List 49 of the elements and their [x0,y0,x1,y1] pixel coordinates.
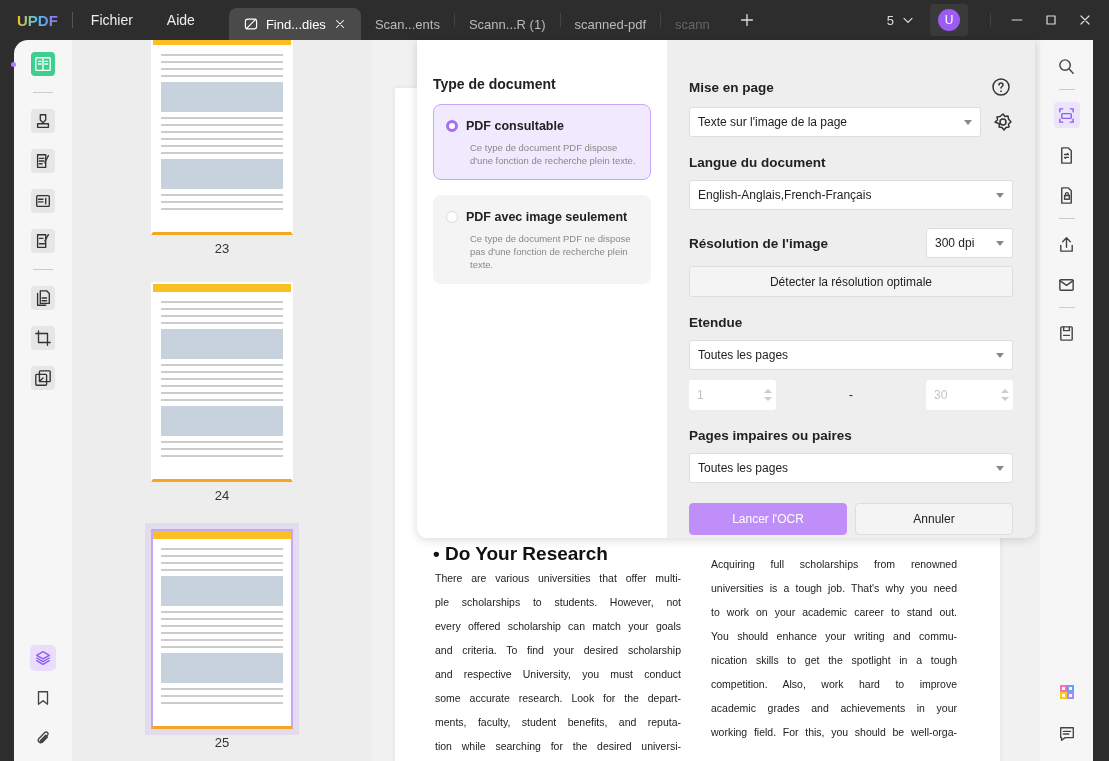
paragraph: Acquiring full scholarships from renowned universities is a tough job. That's why you need to work on your academic career to stand out. You should enhance your writing and commu- nication skills to get the spotlight in a tough competition. Also, work hard to improve academic grades and achievements in your working field. For this, you should be well-orga- [711,557,957,740]
field-label: Pages impaires ou paires [689,428,853,443]
stack-icon[interactable] [31,366,55,390]
layout-dropdown[interactable]: Texte sur l'image de la page [689,107,981,137]
dropdown-caret-icon [996,465,1004,471]
form-icon[interactable] [31,189,55,213]
document-tab[interactable]: Scan...ents [360,8,454,40]
dropdown-caret-icon [996,192,1004,198]
page-number: 24 [214,488,230,503]
crop-icon[interactable] [31,326,55,350]
page-number: 23 [214,241,230,256]
document-type-option[interactable]: PDF consultable Ce type de document PDF dispose d'une fonction de recherche plein texte. [433,104,651,180]
user-avatar[interactable]: U [938,9,960,31]
dropdown-caret-icon [996,352,1004,358]
settings-icon[interactable] [993,112,1013,132]
tab-count[interactable]: 5 [886,12,894,28]
pages-icon[interactable] [31,286,55,310]
unlink-icon [242,16,259,32]
dropdown-caret-icon [964,119,972,125]
field-label: Résolution de l'image [689,235,829,251]
document-type-option[interactable]: PDF avec image seulement Ce type de document PDF ne dispose pas d'une fonction de recherche plein texte. [433,195,651,284]
layers-icon[interactable] [30,645,56,671]
page-number: 25 [214,735,230,750]
odd-even-dropdown[interactable]: Toutes les pages [689,453,1013,483]
document-tab[interactable]: Scann...R (1) [454,8,560,40]
edit-icon[interactable] [31,149,55,173]
sign-icon[interactable] [31,229,55,253]
help-icon[interactable] [991,77,1011,97]
page-thumbnail[interactable] [151,40,293,235]
page-thumbnail[interactable] [151,282,293,482]
menu-item[interactable]: Fichier [90,12,133,28]
cancel-button[interactable]: Annuler [855,503,1013,535]
range-separator: - [848,388,854,402]
detect-resolution-button[interactable]: Détecter la résolution optimale [689,266,1013,297]
field-label: Mise en page [689,79,774,95]
document-tab[interactable]: scanned-pdf [560,8,661,40]
document-tab[interactable]: Find...dies [228,8,361,40]
resolution-dropdown[interactable]: 300 dpi [926,228,1013,258]
paragraph: There are various universities that offer multi- ple scholarships to students. However, not every offered scholarship can match your goals and criteria. To find your desired scholarship and respective University, you must conduct some accurate research. Look for the depart- ments, faculty, student benefits, and reputa- tion while searching for the desired universi- [435,571,681,754]
section-title: Type de document [433,76,557,92]
dropdown-caret-icon [996,240,1004,246]
field-label: Langue du document [689,155,827,170]
ocr-icon[interactable] [1053,102,1080,128]
field-label: Etendue [689,315,744,330]
maximize-icon[interactable] [1043,12,1059,28]
indicator-dot [11,62,16,67]
language-dropdown[interactable]: English-Anglais,French-Français [689,180,1013,210]
menu-item[interactable]: Aide [166,12,195,28]
section-heading: • Do Your Research [433,543,609,565]
